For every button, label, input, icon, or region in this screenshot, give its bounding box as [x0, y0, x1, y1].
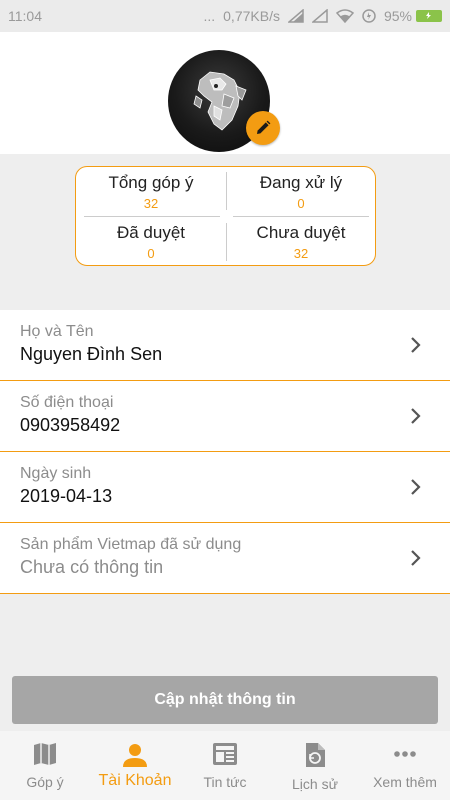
nav-label: Tin tức [203, 774, 247, 790]
nav-label: Tài Khoản [98, 772, 172, 789]
wifi-icon [335, 9, 354, 23]
map-icon [34, 743, 56, 765]
stat-value: 32 [143, 196, 159, 211]
info-item-products-used[interactable]: Sản phẩm Vietmap đã sử dụng Chưa có thôn… [0, 523, 450, 594]
stats-panel: Tổng góp ý 32 Đang xử lý 0 Đã duyệt 0 Ch… [75, 166, 376, 266]
bottom-nav: Góp ý Tài Khoản Tin tức Lịch sử Xem thêm [0, 731, 450, 800]
chevron-right-icon [411, 550, 421, 566]
info-item-full-name[interactable]: Họ và Tên Nguyen Đình Sen [0, 310, 450, 381]
nav-item-account[interactable]: Tài Khoản [90, 731, 180, 800]
chevron-right-icon [411, 337, 421, 353]
stat-total-feedback[interactable]: Tổng góp ý 32 [76, 167, 226, 217]
info-value: Chưa có thông tin [20, 557, 164, 577]
info-item-phone[interactable]: Số điện thoại 0903958492 [0, 381, 450, 452]
battery-icon [416, 10, 442, 22]
status-dots: ... [203, 8, 216, 24]
profile-header [0, 32, 450, 154]
nav-item-news[interactable]: Tin tức [180, 731, 270, 800]
more-icon [394, 751, 416, 757]
nav-item-history[interactable]: Lịch sử [270, 731, 360, 800]
signal-icon [287, 9, 304, 23]
status-time: 11:04 [8, 8, 42, 24]
stat-value: 0 [297, 196, 305, 211]
stat-processing[interactable]: Đang xử lý 0 [226, 167, 376, 217]
stat-label: Đang xử lý [259, 173, 343, 192]
stat-label: Tổng góp ý [108, 173, 194, 192]
nav-item-feedback[interactable]: Góp ý [0, 731, 90, 800]
nav-item-more[interactable]: Xem thêm [360, 731, 450, 800]
nav-label: Xem thêm [373, 774, 437, 790]
signal-icon-2 [311, 9, 328, 23]
chevron-right-icon [411, 408, 421, 424]
update-info-button[interactable]: Cập nhật thông tin [12, 676, 438, 724]
info-value: 2019-04-13 [20, 486, 113, 506]
info-label: Số điện thoại [20, 394, 114, 411]
info-label: Sản phẩm Vietmap đã sử dụng [20, 536, 242, 553]
info-value: Nguyen Đình Sen [20, 344, 163, 364]
info-item-birthday[interactable]: Ngày sinh 2019-04-13 [0, 452, 450, 523]
status-bar: 11:04 ... 0,77KB/s 95% [0, 0, 450, 32]
stat-label: Chưa duyệt [256, 223, 346, 242]
edit-avatar-button[interactable] [246, 111, 280, 145]
stat-approved[interactable]: Đã duyệt 0 [76, 217, 226, 267]
data-saver-icon [362, 9, 376, 23]
stat-label: Đã duyệt [116, 223, 186, 242]
history-icon [306, 743, 325, 767]
chevron-right-icon [411, 479, 421, 495]
info-value: 0903958492 [20, 415, 121, 435]
pencil-icon [257, 120, 271, 134]
nav-label: Lịch sử [292, 776, 338, 792]
stat-pending[interactable]: Chưa duyệt 32 [226, 217, 376, 267]
battery-percent: 95% [383, 8, 412, 24]
info-label: Ngày sinh [20, 465, 92, 482]
profile-info-list: Họ và Tên Nguyen Đình Sen Số điện thoại … [0, 310, 450, 594]
stat-value: 0 [147, 246, 155, 261]
network-speed: 0,77KB/s [223, 8, 280, 24]
person-icon [123, 744, 147, 767]
stat-value: 32 [293, 246, 309, 261]
info-label: Họ và Tên [20, 323, 94, 340]
nav-label: Góp ý [26, 774, 64, 790]
news-icon [213, 743, 237, 765]
